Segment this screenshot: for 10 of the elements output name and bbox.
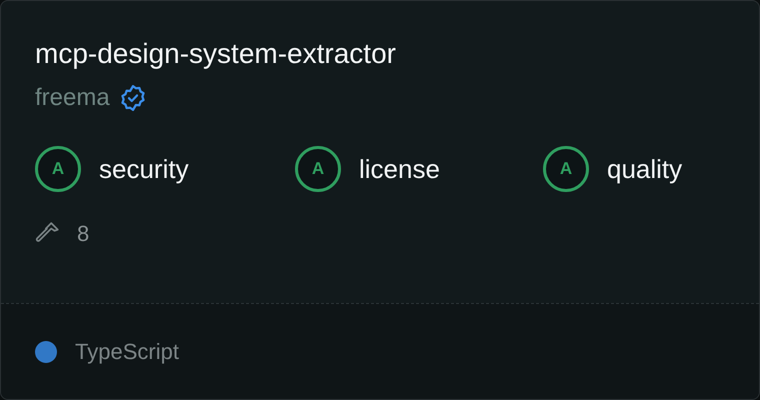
language-label: TypeScript xyxy=(75,338,179,366)
grade-label: quality xyxy=(607,152,682,186)
grade-badge: A xyxy=(543,146,589,192)
grade-badge: A xyxy=(295,146,341,192)
tools-count: 8 xyxy=(77,220,90,248)
grade-label: license xyxy=(359,152,440,186)
grade-badge: A xyxy=(35,146,81,192)
owner-name[interactable]: freema xyxy=(35,83,110,113)
repo-title[interactable]: mcp-design-system-extractor xyxy=(35,35,725,73)
grade-label: security xyxy=(99,152,189,186)
